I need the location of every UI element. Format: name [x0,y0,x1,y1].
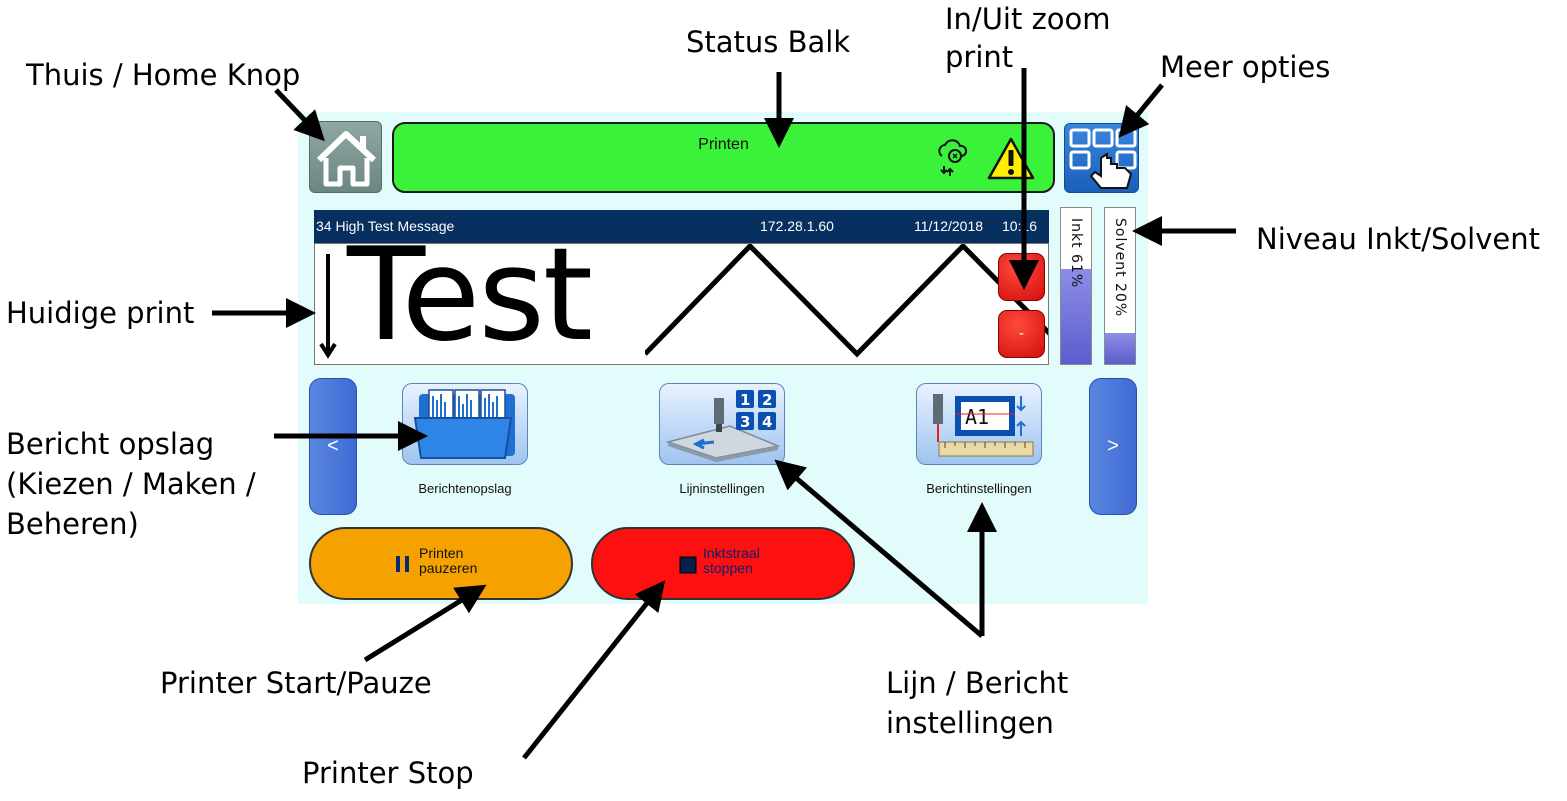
arrow-stop [522,580,666,760]
arrow-start-pause [363,584,487,663]
arrow-settings-line [774,459,984,638]
arrow-home [274,88,325,142]
arrow-more-options [1118,83,1164,138]
annotation-arrows [212,68,1236,760]
